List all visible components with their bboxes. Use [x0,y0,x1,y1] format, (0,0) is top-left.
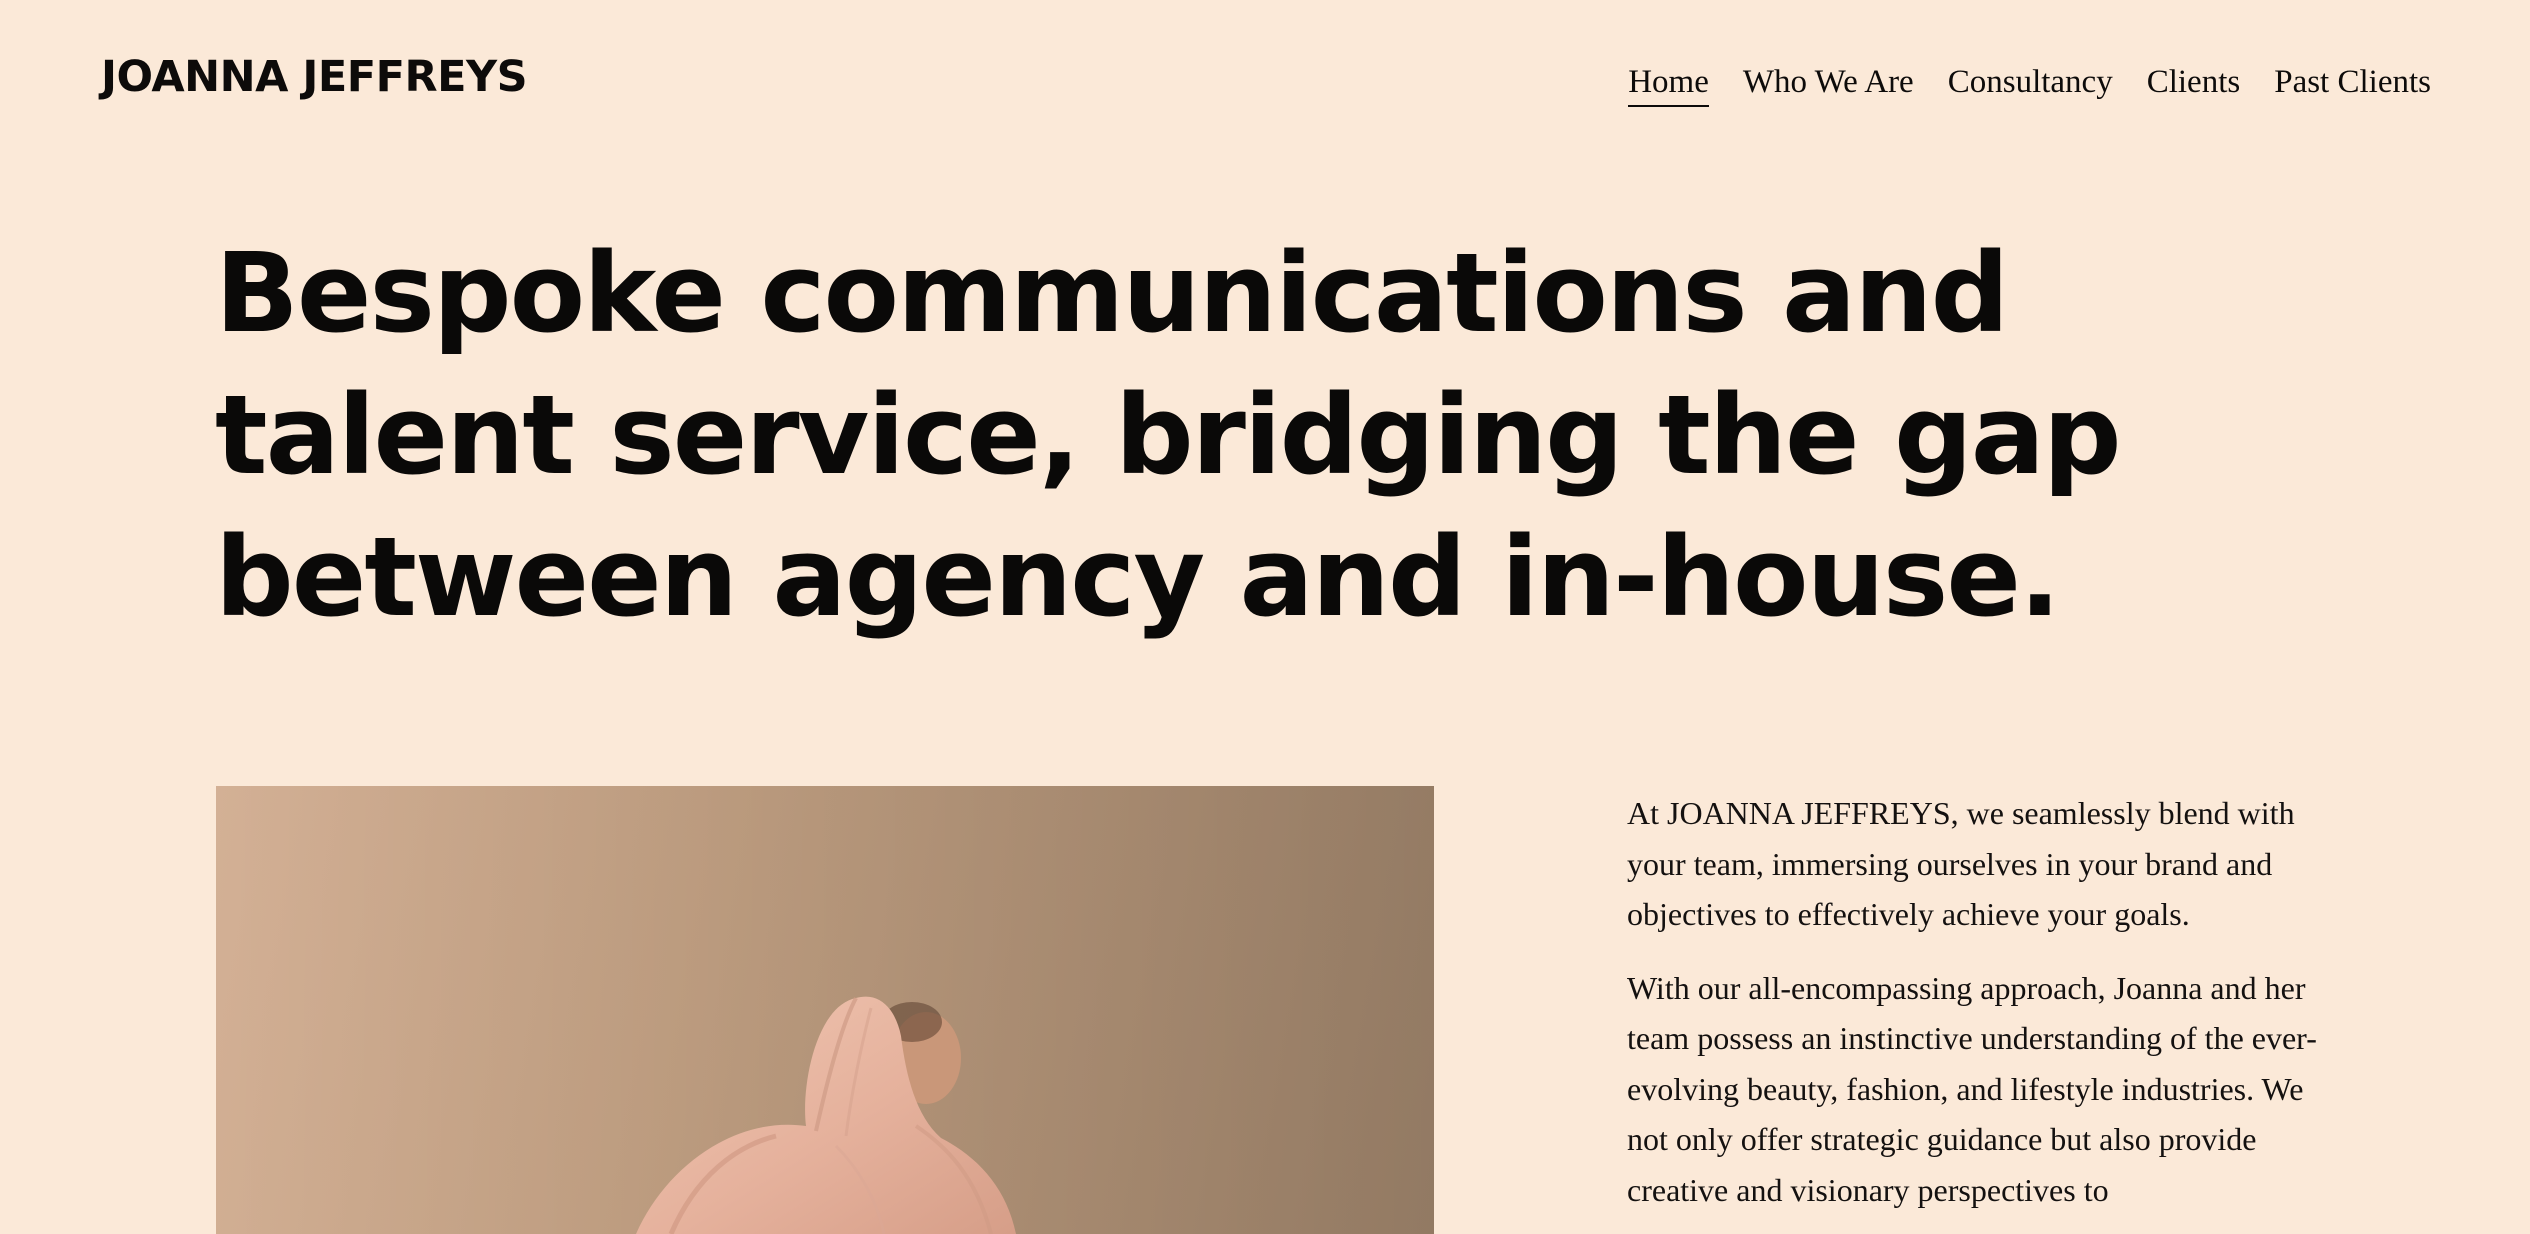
hero-headline-line: talent service, bridging the gap [215,371,2122,499]
hero-photo [216,786,1434,1234]
nav-item-consultancy[interactable]: Consultancy [1948,64,2113,105]
nav-item-clients[interactable]: Clients [2147,64,2241,105]
hero-headline-line: Bespoke communications and [215,229,2009,357]
nav-item-past-clients[interactable]: Past Clients [2274,64,2431,105]
site-logo[interactable]: JOANNA JEFFREYS [101,52,528,102]
nav-item-home[interactable]: Home [1628,64,1709,107]
nav-item-who-we-are[interactable]: Who We Are [1743,64,1914,105]
hero-headline-line: between agency and in-house. [215,513,2061,641]
hero-photo-illustration [216,786,1434,1234]
intro-text: At JOANNA JEFFREYS, we seamlessly blend … [1627,788,2327,1234]
intro-paragraph: At JOANNA JEFFREYS, we seamlessly blend … [1627,795,2295,932]
intro-paragraph: With our all-encompassing approach, Joan… [1627,969,2317,1208]
hero-headline: Bespoke communications and talent servic… [215,222,2215,648]
main-navigation: Home Who We Are Consultancy Clients Past… [1628,64,2431,107]
